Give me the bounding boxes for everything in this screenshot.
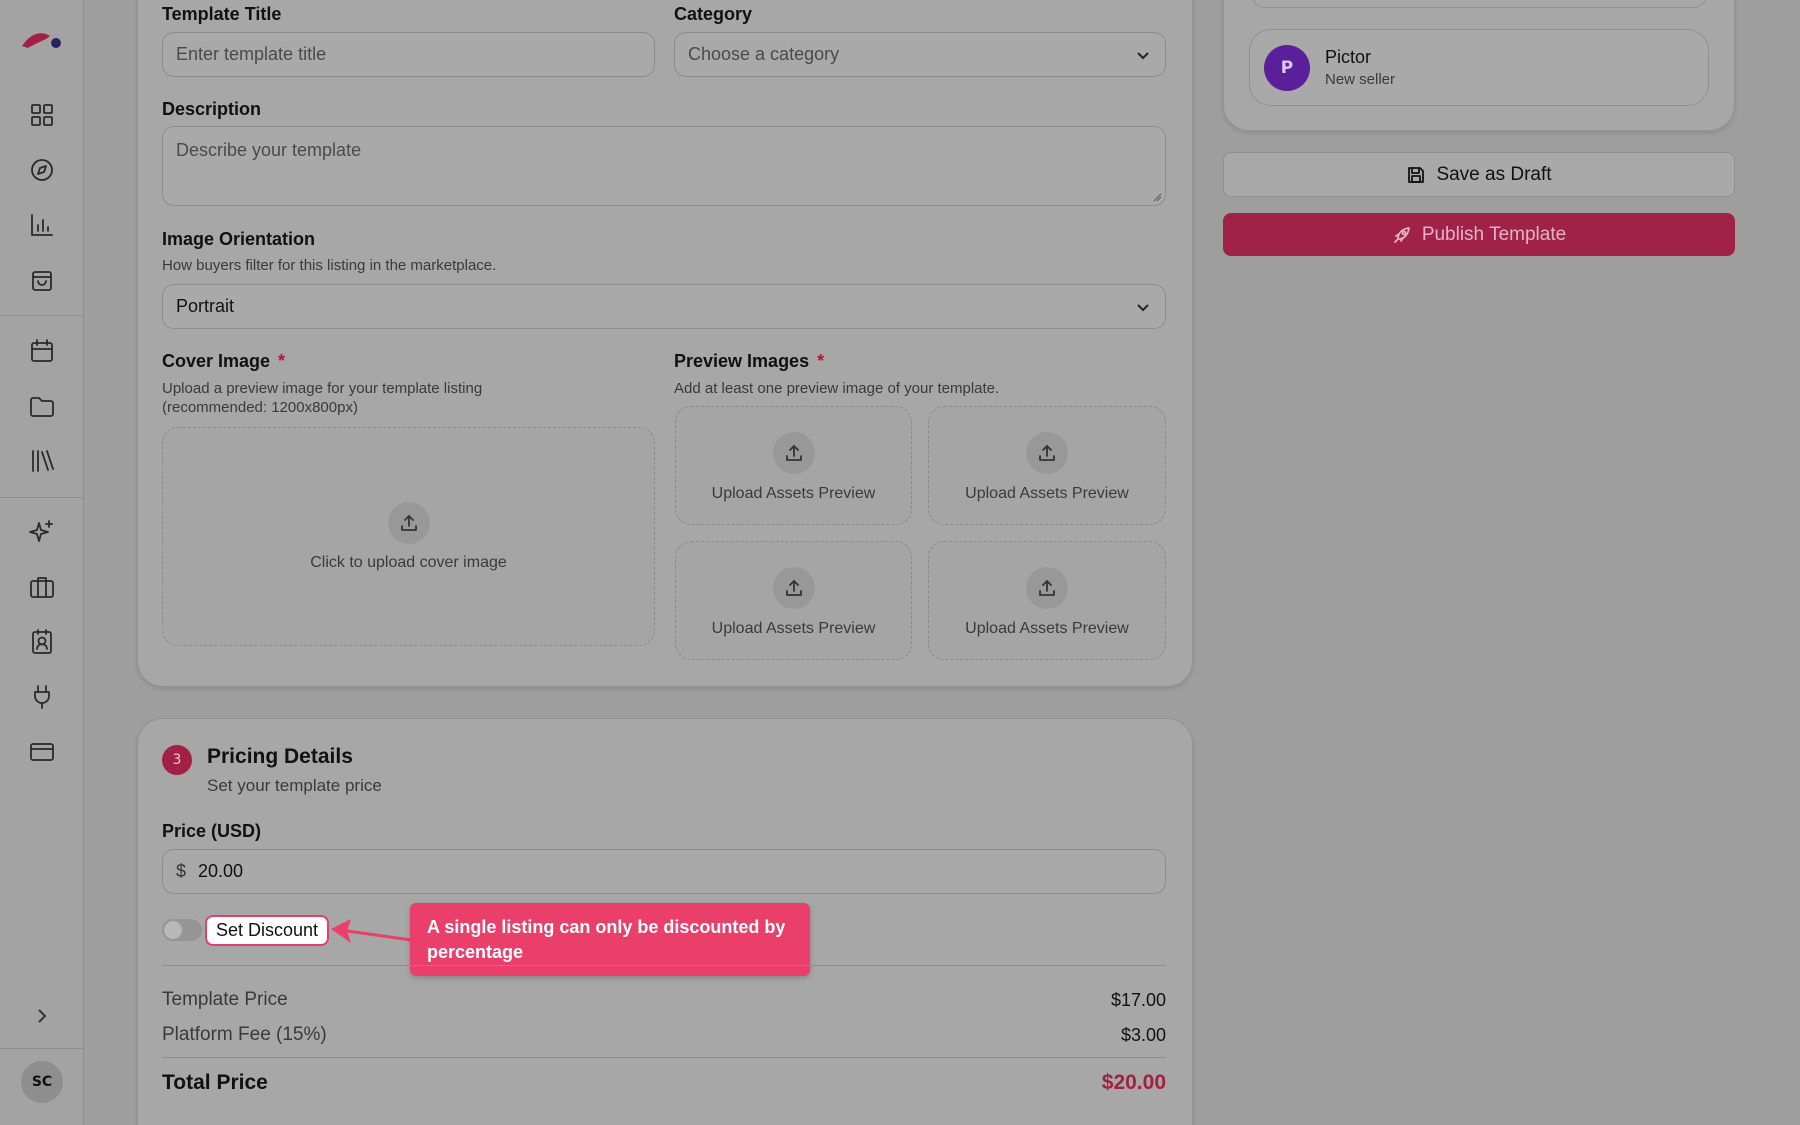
rocket-icon <box>1393 226 1410 243</box>
category-placeholder: Choose a category <box>688 44 840 64</box>
toggle-knob <box>164 921 182 939</box>
discount-toggle[interactable] <box>162 919 202 941</box>
required-mark: * <box>817 351 825 371</box>
required-mark: * <box>278 351 286 371</box>
preview-upload-text: Upload Assets Preview <box>965 485 1129 502</box>
preview-images-hint: Add at least one preview image of your t… <box>674 380 1000 397</box>
description-textarea[interactable]: Describe your template <box>162 126 1166 206</box>
chevron-down-icon <box>1135 47 1151 63</box>
cover-image-hint-2: (recommended: 1200x800px) <box>162 399 358 416</box>
upload-icon <box>1026 432 1068 474</box>
currency-symbol: $ <box>176 861 187 881</box>
platform-fee-label: Platform Fee (15%) <box>162 1024 327 1045</box>
preview-upload-text: Upload Assets Preview <box>965 620 1129 637</box>
pricing-subtitle: Set your template price <box>207 776 382 795</box>
orientation-value: Portrait <box>176 296 235 316</box>
upload-icon <box>772 567 815 609</box>
category-label: Category <box>674 4 753 24</box>
sidebar: SC <box>0 0 84 1125</box>
preview-dropzone[interactable]: Upload Assets Preview <box>675 541 912 660</box>
publish-label: Publish Template <box>1421 223 1567 245</box>
preview-dropzone[interactable]: Upload Assets Preview <box>928 406 1166 525</box>
save-draft-label: Save as Draft <box>1436 163 1552 185</box>
credit-card-icon[interactable] <box>28 738 56 766</box>
cover-image-label: Cover Image * <box>162 351 285 372</box>
cover-image-dropzone[interactable]: Click to upload cover image <box>162 427 655 646</box>
template-price-label: Template Price <box>162 989 288 1010</box>
sidebar-divider <box>0 497 84 498</box>
sidebar-divider <box>0 1048 84 1049</box>
library-icon[interactable] <box>28 447 56 475</box>
sparkles-icon[interactable] <box>28 518 56 546</box>
orientation-select[interactable]: Portrait <box>162 284 1166 329</box>
preview-dropzone[interactable]: Upload Assets Preview <box>928 541 1166 660</box>
save-draft-button[interactable]: Save as Draft <box>1223 152 1735 197</box>
preview-images-label: Preview Images * <box>674 351 824 372</box>
upload-icon <box>1026 567 1068 609</box>
upload-icon <box>387 502 430 544</box>
cover-upload-text: Click to upload cover image <box>310 554 507 571</box>
publish-template-button[interactable]: Publish Template <box>1223 213 1735 256</box>
chevron-right-icon[interactable] <box>30 1004 54 1028</box>
contact-icon[interactable] <box>28 628 56 656</box>
template-price-value: $17.00 <box>1110 990 1166 1010</box>
user-avatar[interactable]: SC <box>21 1061 63 1103</box>
save-icon <box>1408 166 1425 183</box>
set-discount-label[interactable]: Set Discount <box>205 915 329 946</box>
shopping-bag-icon[interactable] <box>28 266 56 294</box>
upload-icon <box>772 432 815 474</box>
platform-fee-value: $3.00 <box>1120 1025 1166 1045</box>
pricing-title: Pricing Details <box>207 745 353 768</box>
title-label: Template Title <box>162 4 282 24</box>
description-label: Description <box>162 99 262 119</box>
calendar-icon[interactable] <box>28 337 56 365</box>
preview-upload-text: Upload Assets Preview <box>711 620 876 637</box>
folder-icon[interactable] <box>28 392 56 420</box>
preview-images-label-text: Preview Images <box>674 351 810 371</box>
preview-upload-text: Upload Assets Preview <box>711 485 876 502</box>
template-title-input[interactable]: Enter template title <box>162 32 655 77</box>
logo-icon[interactable] <box>20 26 64 54</box>
price-input[interactable]: $ 20.00 <box>162 849 1166 894</box>
seller-name: Pictor <box>1325 47 1372 67</box>
description-placeholder: Describe your template <box>176 140 362 160</box>
chart-icon[interactable] <box>28 211 56 239</box>
sidebar-divider <box>0 315 84 316</box>
seller-option[interactable]: P Pictor New seller <box>1249 29 1709 106</box>
price-label: Price (USD) <box>162 821 262 841</box>
orientation-hint: How buyers filter for this listing in th… <box>162 257 497 274</box>
orientation-label: Image Orientation <box>162 229 316 249</box>
preview-dropzone[interactable]: Upload Assets Preview <box>675 406 912 525</box>
cover-image-label-text: Cover Image <box>162 351 271 371</box>
total-price-value: $20.00 <box>1101 1071 1166 1094</box>
seller-role: New seller <box>1325 71 1396 88</box>
seller-option[interactable] <box>1251 0 1707 8</box>
resize-handle-icon[interactable] <box>1152 192 1162 202</box>
briefcase-icon[interactable] <box>28 573 56 601</box>
seller-avatar: P <box>1264 45 1310 91</box>
dashboard-icon[interactable] <box>28 101 56 129</box>
step-badge: 3 <box>162 745 192 775</box>
category-select[interactable]: Choose a category <box>674 32 1166 77</box>
cover-image-hint-1: Upload a preview image for your template… <box>162 380 483 397</box>
divider <box>162 965 1166 966</box>
price-value: 20.00 <box>198 861 244 881</box>
chevron-down-icon <box>1135 299 1151 315</box>
divider <box>162 1057 1166 1058</box>
total-price-label: Total Price <box>162 1071 268 1094</box>
tooltip-arrow-icon <box>331 919 412 943</box>
plug-icon[interactable] <box>28 683 56 711</box>
compass-icon[interactable] <box>28 156 56 184</box>
